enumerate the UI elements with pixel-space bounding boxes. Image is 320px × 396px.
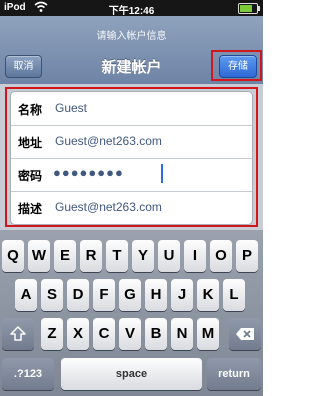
key-k[interactable]: K [197,279,219,311]
keyboard: Q W E R T Y U I O P A S D F G H J K L Z … [0,230,263,396]
key-o[interactable]: O [210,240,232,272]
key-e[interactable]: E [54,240,76,272]
delete-key[interactable] [229,318,261,350]
key-w[interactable]: W [28,240,50,272]
return-key[interactable]: return [207,358,261,390]
clock: 下午12:46 [108,6,155,17]
nav-prompt: 请输入帐户信息 [96,31,167,42]
cancel-button[interactable]: 取消 [5,55,42,78]
key-n[interactable]: N [171,318,193,350]
key-c[interactable]: C [93,318,115,350]
key-v[interactable]: V [119,318,141,350]
battery-icon [238,3,260,14]
key-a[interactable]: A [15,279,37,311]
shift-key[interactable] [2,318,34,350]
key-q[interactable]: Q [2,240,24,272]
key-h[interactable]: H [145,279,167,311]
key-d[interactable]: D [67,279,89,311]
key-r[interactable]: R [80,240,102,272]
save-button-highlight [211,50,262,81]
status-bar: iPod 下午12:46 [0,0,263,17]
key-m[interactable]: M [197,318,219,350]
backspace-icon [236,328,254,340]
key-g[interactable]: G [119,279,141,311]
shift-arrow-icon [10,326,26,341]
key-y[interactable]: Y [132,240,154,272]
key-i[interactable]: I [184,240,206,272]
key-z[interactable]: Z [41,318,63,350]
key-u[interactable]: U [158,240,180,272]
key-j[interactable]: J [171,279,193,311]
key-p[interactable]: P [236,240,258,272]
key-t[interactable]: T [106,240,128,272]
key-x[interactable]: X [67,318,89,350]
key-s[interactable]: S [41,279,63,311]
space-key[interactable]: space [61,358,202,390]
numbers-key[interactable]: .?123 [2,358,54,390]
key-l[interactable]: L [223,279,245,311]
key-b[interactable]: B [145,318,167,350]
form-highlight [5,87,258,227]
key-f[interactable]: F [93,279,115,311]
